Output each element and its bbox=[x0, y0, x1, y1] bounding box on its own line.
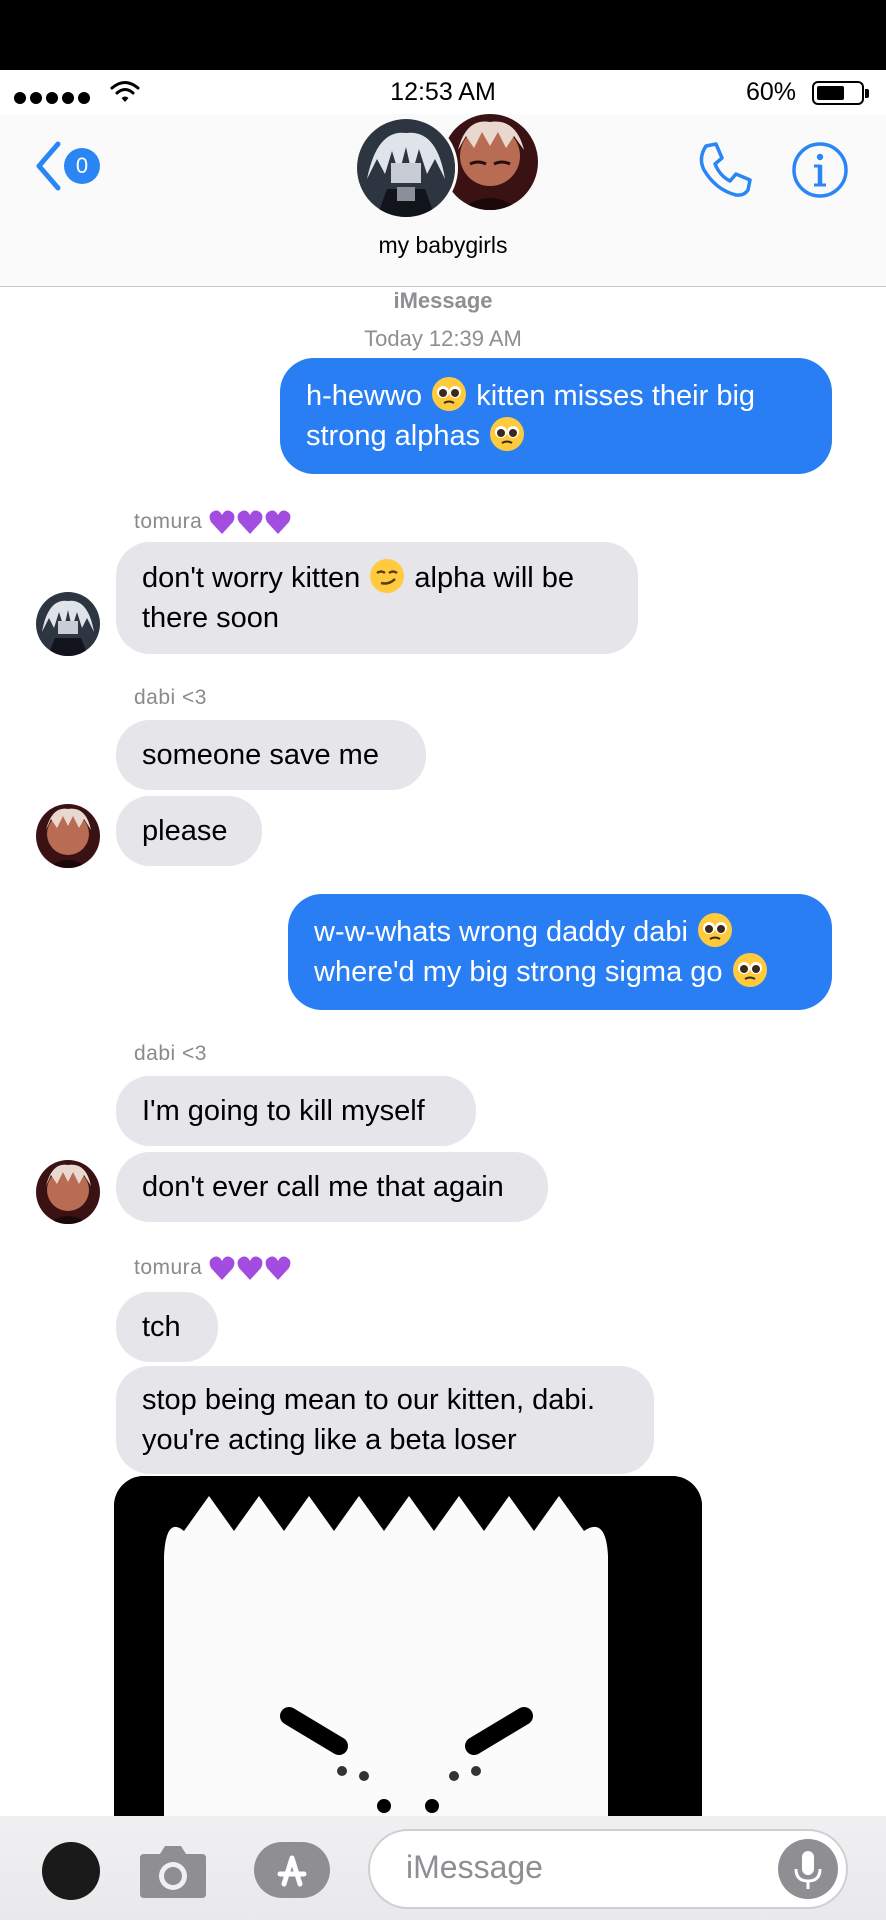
avatar-dabi[interactable] bbox=[36, 804, 100, 868]
message-text: tch bbox=[142, 1311, 181, 1343]
message-text: please bbox=[142, 815, 228, 847]
message-text: don't worry kitten bbox=[142, 562, 361, 594]
info-icon[interactable] bbox=[790, 140, 850, 200]
message-bubble-incoming[interactable]: don't ever call me that again bbox=[116, 1152, 548, 1222]
message-input-placeholder: iMessage bbox=[406, 1849, 543, 1885]
back-chevron-icon bbox=[36, 141, 61, 191]
message-text: I'm going to kill myself bbox=[142, 1095, 425, 1127]
pleading-face-emoji bbox=[490, 417, 525, 451]
pleading-face-emoji bbox=[732, 953, 767, 987]
message-text: someone save me bbox=[142, 739, 379, 771]
sender-name-dabi: dabi <3 bbox=[134, 686, 207, 709]
message-text: h-hewwo bbox=[306, 380, 423, 412]
message-bubble-incoming[interactable]: don't worry kitten alpha will be there s… bbox=[116, 542, 638, 654]
message-bubble-incoming[interactable]: stop being mean to our kitten, dabi. you… bbox=[116, 1366, 654, 1474]
microphone-button[interactable] bbox=[778, 1839, 838, 1899]
status-bar: 12:53 AM 60% bbox=[0, 70, 886, 114]
purple-heart-emoji bbox=[209, 1256, 291, 1280]
sender-name-dabi: dabi <3 bbox=[134, 1042, 207, 1065]
message-text: kitten misses their big bbox=[476, 380, 756, 412]
top-black-strip bbox=[0, 0, 886, 70]
message-text: where'd my big strong sigma go bbox=[314, 956, 723, 988]
image-attachment[interactable] bbox=[114, 1476, 702, 1816]
battery-icon bbox=[812, 81, 869, 105]
group-avatars[interactable] bbox=[352, 114, 542, 224]
message-text: w-w-whats wrong daddy dabi bbox=[314, 916, 688, 948]
message-text: alpha will be bbox=[414, 562, 575, 594]
purple-heart-emoji bbox=[209, 510, 291, 534]
app-store-icon[interactable] bbox=[254, 1840, 330, 1900]
sender-name-text: tomura bbox=[134, 1256, 203, 1279]
sender-name-tomura: tomura bbox=[134, 1254, 292, 1282]
unread-count-badge: 0 bbox=[64, 148, 100, 184]
conversation-header: 0 my babygirls bbox=[0, 114, 886, 287]
sender-name-text: tomura bbox=[134, 510, 203, 533]
smirk-emoji bbox=[370, 559, 405, 593]
camera-icon[interactable] bbox=[138, 1840, 208, 1900]
pleading-face-emoji bbox=[432, 377, 467, 411]
digital-touch-button[interactable] bbox=[42, 1842, 100, 1900]
group-name[interactable]: my babygirls bbox=[0, 232, 886, 259]
message-text: there soon bbox=[142, 602, 280, 634]
message-bubble-outgoing[interactable]: h-hewwo kitten misses their big strong a… bbox=[280, 358, 832, 474]
back-button[interactable]: 0 bbox=[34, 140, 100, 192]
service-label: iMessage bbox=[393, 288, 493, 313]
message-bubble-incoming[interactable]: tch bbox=[116, 1292, 218, 1362]
message-bubble-incoming[interactable]: I'm going to kill myself bbox=[116, 1076, 476, 1146]
avatar-tomura[interactable] bbox=[36, 592, 100, 656]
message-text: strong alphas bbox=[306, 420, 481, 452]
message-input[interactable]: iMessage bbox=[368, 1829, 848, 1909]
message-text: stop being mean to our kitten, dabi. bbox=[142, 1384, 596, 1416]
timestamp: Today 12:39 AM bbox=[364, 326, 522, 351]
message-bubble-outgoing[interactable]: w-w-whats wrong daddy dabi where'd my bi… bbox=[288, 894, 832, 1010]
composer-bar: iMessage bbox=[0, 1816, 886, 1920]
message-bubble-incoming[interactable]: please bbox=[116, 796, 262, 866]
avatar-tomura bbox=[354, 116, 458, 220]
microphone-icon bbox=[794, 1851, 822, 1889]
sender-name-tomura: tomura bbox=[134, 508, 292, 536]
phone-icon[interactable] bbox=[694, 140, 754, 200]
message-text: you're acting like a beta loser bbox=[142, 1424, 517, 1456]
avatar-dabi[interactable] bbox=[36, 1160, 100, 1224]
message-text: don't ever call me that again bbox=[142, 1171, 504, 1203]
message-bubble-incoming[interactable]: someone save me bbox=[116, 720, 426, 790]
pleading-face-emoji bbox=[698, 913, 733, 947]
battery-percentage: 60% bbox=[745, 78, 796, 106]
